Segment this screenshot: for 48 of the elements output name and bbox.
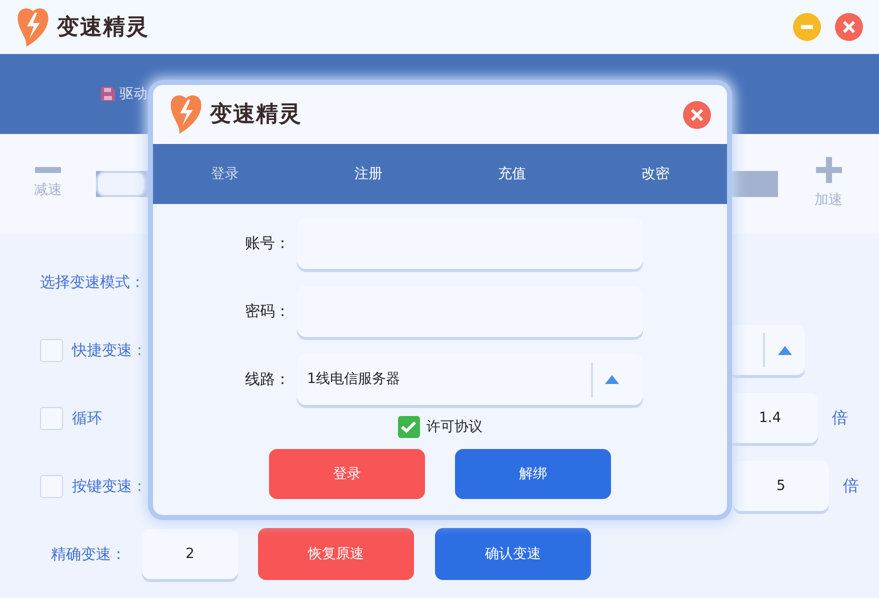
nav-item[interactable]: 驱动: [100, 84, 148, 104]
password-field[interactable]: [297, 286, 643, 337]
dialog-button[interactable]: 登录: [269, 449, 425, 499]
checkmark-icon: [401, 421, 416, 433]
field-label: 账号：: [244, 233, 290, 254]
select-value: 1线电信服务器: [307, 370, 400, 389]
minus-icon[interactable]: [35, 167, 61, 173]
account-field[interactable]: [297, 218, 643, 269]
tab[interactable]: 注册: [296, 144, 440, 204]
action-button[interactable]: 恢复原速: [258, 528, 414, 580]
triangle-up-icon: [605, 375, 619, 384]
agree-label: 许可协议: [426, 418, 482, 436]
precise-label: 精确变速：: [51, 544, 126, 565]
close-icon: [691, 108, 703, 120]
lightning-heart-logo-icon: [169, 93, 203, 136]
tab[interactable]: 改密: [584, 144, 727, 204]
field-label: 线路：: [244, 369, 290, 390]
checkbox[interactable]: [398, 416, 420, 438]
tab[interactable]: 充值: [440, 144, 584, 204]
unit-label: 倍: [832, 407, 848, 429]
checkbox[interactable]: [40, 338, 63, 362]
field-label: 密码：: [244, 301, 290, 322]
checkbox[interactable]: [40, 406, 63, 430]
triangle-up-icon: [778, 346, 792, 354]
lightning-heart-logo-icon: [16, 6, 50, 48]
app-title: 变速精灵: [57, 14, 149, 42]
close-icon: [843, 21, 855, 33]
checkbox[interactable]: [40, 474, 63, 498]
dialog-button[interactable]: 解绑: [455, 449, 611, 499]
minus-icon: [801, 25, 813, 29]
option-label: 循环: [72, 408, 102, 429]
plus-icon[interactable]: [816, 157, 842, 183]
close-button[interactable]: [683, 100, 711, 128]
action-button[interactable]: 确认变速: [435, 528, 591, 580]
option-label: 快捷变速：: [72, 340, 147, 361]
minimize-button[interactable]: [793, 13, 821, 41]
dialog-title: 变速精灵: [210, 100, 302, 129]
option-label: 按键变速：: [72, 476, 147, 497]
decrease-label: 减速: [34, 181, 62, 200]
unit-label: 倍: [843, 475, 859, 497]
increase-label: 加速: [814, 191, 842, 210]
close-button[interactable]: [835, 13, 863, 41]
number-input[interactable]: 5: [733, 461, 829, 511]
number-input[interactable]: 2: [142, 529, 238, 579]
route-select[interactable]: 1线电信服务器: [297, 354, 643, 405]
mode-label: 选择变速模式：: [40, 272, 145, 293]
slider-thumb[interactable]: [96, 171, 146, 197]
tab[interactable]: 登录: [153, 144, 296, 204]
